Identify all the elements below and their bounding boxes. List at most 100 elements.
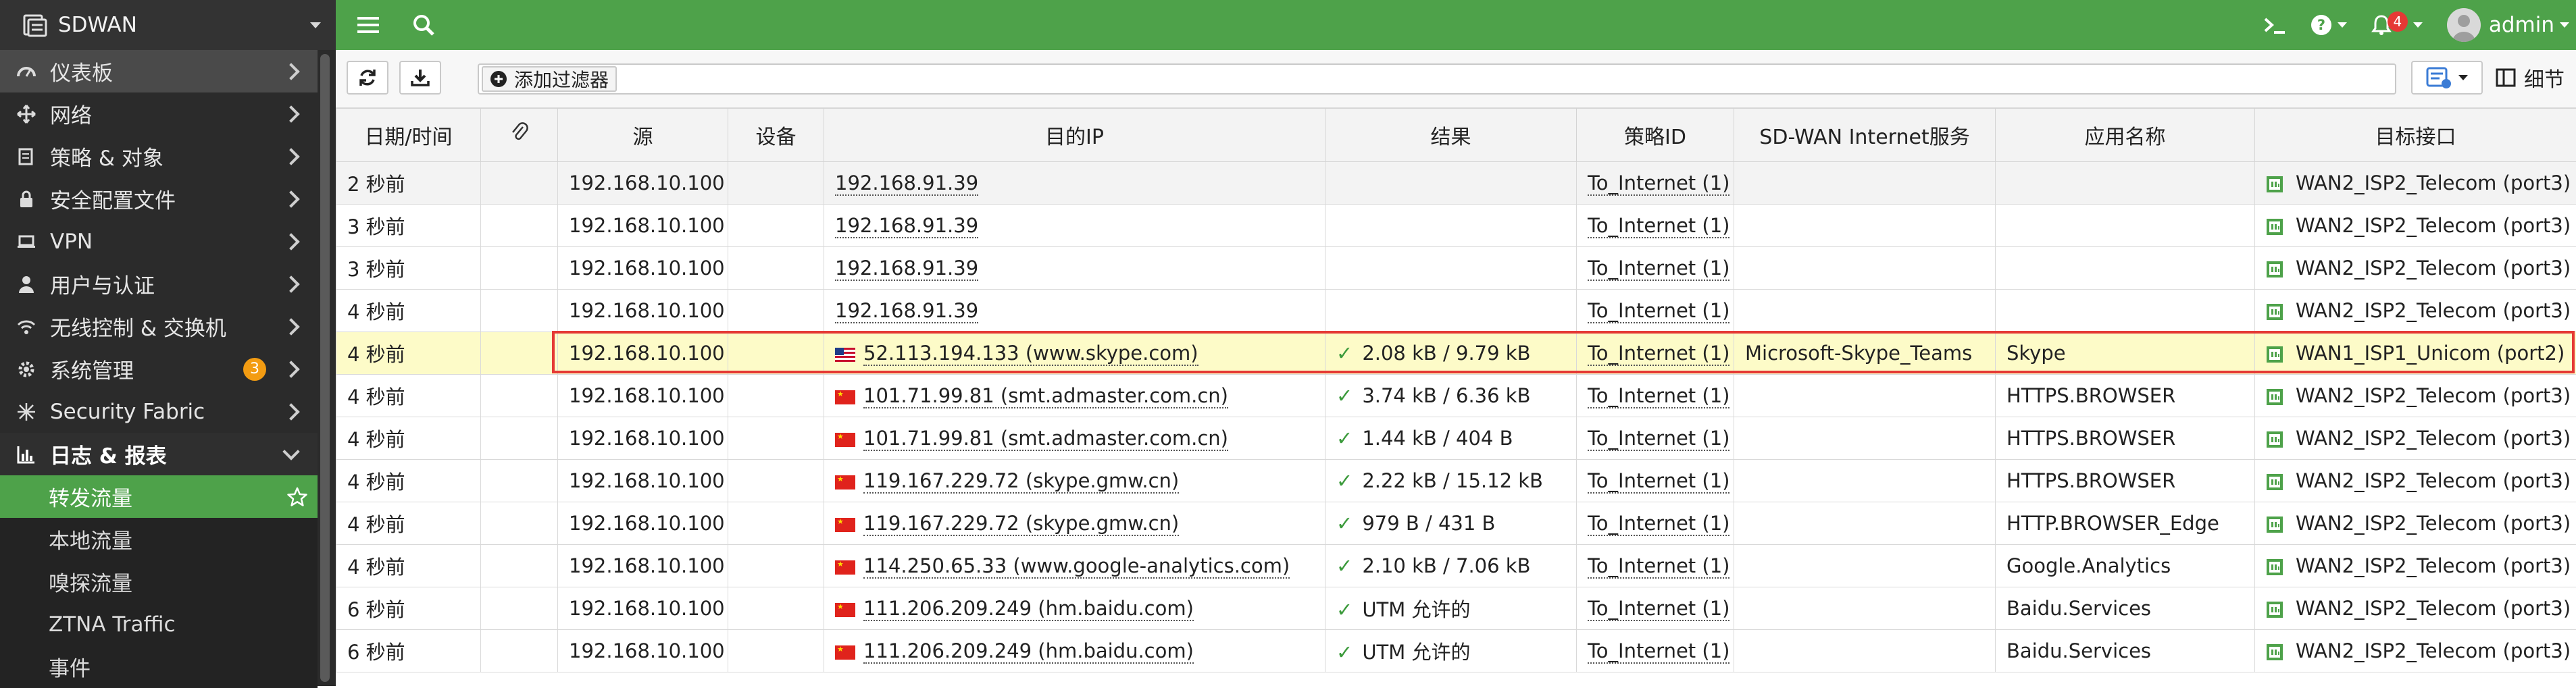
column-header-device[interactable]: 设备 — [728, 109, 824, 162]
destination-ip-link[interactable]: 119.167.229.72 (skype.gmw.cn) — [863, 469, 1179, 494]
cell-destination-interface: WAN2_ISP2_Telecom (port3) — [2255, 545, 2576, 587]
table-row[interactable]: 4 秒前192.168.10.100101.71.99.81 (smt.adma… — [336, 417, 2576, 460]
destination-ip-link[interactable]: 192.168.91.39 — [835, 214, 978, 238]
table-row[interactable]: 4 秒前192.168.10.100192.168.91.39To_Intern… — [336, 290, 2576, 332]
destination-ip-link[interactable]: 114.250.65.33 (www.google-analytics.com) — [863, 554, 1290, 579]
cell-source: 192.168.10.100 — [558, 630, 728, 672]
table-row[interactable]: 6 秒前192.168.10.100111.206.209.249 (hm.ba… — [336, 587, 2576, 630]
sidebar-item-wifi-switch[interactable]: 无线控制 & 交换机 — [0, 305, 318, 348]
column-header-time[interactable]: 日期/时间 — [336, 109, 481, 162]
sidebar-item-security-fabric[interactable]: Security Fabric — [0, 390, 318, 433]
policy-link[interactable]: To_Internet (1) — [1588, 171, 1729, 196]
cell-device — [728, 290, 824, 332]
plus-circle-icon — [490, 70, 507, 88]
column-header-policy-id[interactable]: 策略ID — [1577, 109, 1734, 162]
destination-ip-link[interactable]: 101.71.99.81 (smt.admaster.com.cn) — [863, 384, 1228, 408]
favorite-star-icon[interactable] — [286, 486, 308, 508]
policy-link[interactable]: To_Internet (1) — [1588, 384, 1729, 408]
filter-bar[interactable]: 添加过滤器 — [478, 63, 2396, 95]
sidebar-item-system[interactable]: 系统管理 3 — [0, 348, 318, 390]
notifications-button[interactable]: 4 — [2371, 14, 2423, 36]
table-row[interactable]: 6 秒前192.168.10.100111.206.209.249 (hm.ba… — [336, 630, 2576, 672]
add-filter-button[interactable]: 添加过滤器 — [482, 66, 617, 92]
search-button[interactable] — [409, 10, 438, 40]
check-icon: ✓ — [1336, 427, 1353, 450]
sidebar-subitem-forward-traffic[interactable]: 转发流量 — [0, 475, 318, 518]
details-button[interactable]: 细节 — [2496, 61, 2565, 95]
table-row[interactable]: 4 秒前192.168.10.100101.71.99.81 (smt.adma… — [336, 375, 2576, 417]
log-source-dropdown[interactable] — [2411, 61, 2483, 95]
cell-time: 4 秒前 — [336, 375, 481, 417]
sidebar-subitem-ztna-traffic[interactable]: ZTNA Traffic — [0, 603, 318, 645]
sidebar-subitem-sniffer-traffic[interactable]: 嗅探流量 — [0, 560, 318, 603]
cell-device — [728, 587, 824, 630]
table-row[interactable]: 4 秒前192.168.10.100119.167.229.72 (skype.… — [336, 502, 2576, 545]
cell-time: 4 秒前 — [336, 545, 481, 587]
destination-ip-link[interactable]: 119.167.229.72 (skype.gmw.cn) — [863, 512, 1179, 536]
cell-destination-interface: WAN2_ISP2_Telecom (port3) — [2255, 290, 2576, 332]
user-icon — [16, 274, 36, 294]
chevron-down-icon — [310, 22, 321, 28]
destination-ip-link[interactable]: 192.168.91.39 — [835, 171, 978, 196]
column-header-attachment[interactable] — [481, 109, 558, 162]
column-header-application[interactable]: 应用名称 — [1996, 109, 2255, 162]
sidebar-item-network[interactable]: 网络 — [0, 92, 318, 135]
policy-link[interactable]: To_Internet (1) — [1588, 214, 1729, 238]
menu-toggle-button[interactable] — [353, 10, 383, 40]
column-header-destination-interface[interactable]: 目标接口 — [2255, 109, 2576, 162]
cell-application: Skype — [1996, 332, 2255, 375]
sidebar-subitem-label: 本地流量 — [49, 524, 318, 554]
cn-flag-icon — [835, 603, 855, 617]
column-header-destination-ip[interactable]: 目的IP — [824, 109, 1325, 162]
destination-ip-link[interactable]: 111.206.209.249 (hm.baidu.com) — [863, 639, 1194, 664]
chevron-down-icon — [2338, 22, 2347, 28]
help-button[interactable]: ? — [2310, 14, 2347, 36]
destination-ip-link[interactable]: 192.168.91.39 — [835, 299, 978, 323]
cell-time: 4 秒前 — [336, 332, 481, 375]
cli-console-button[interactable] — [2263, 15, 2286, 35]
interface-name: WAN2_ISP2_Telecom (port3) — [2296, 639, 2571, 662]
policy-link[interactable]: To_Internet (1) — [1588, 597, 1729, 621]
table-row[interactable]: 2 秒前192.168.10.100192.168.91.39To_Intern… — [336, 162, 2576, 205]
cell-sdwan-isdb — [1734, 545, 1996, 587]
policy-link[interactable]: To_Internet (1) — [1588, 342, 1729, 366]
column-header-source[interactable]: 源 — [558, 109, 728, 162]
download-button[interactable] — [399, 61, 441, 95]
sidebar-item-policy-objects[interactable]: 策略 & 对象 — [0, 135, 318, 178]
destination-ip-link[interactable]: 52.113.194.133 (www.skype.com) — [863, 342, 1198, 366]
table-row[interactable]: 3 秒前192.168.10.100192.168.91.39To_Intern… — [336, 205, 2576, 247]
policy-link[interactable]: To_Internet (1) — [1588, 299, 1729, 323]
column-header-sdwan-isdb[interactable]: SD-WAN Internet服务 — [1734, 109, 1996, 162]
cell-sdwan-isdb — [1734, 375, 1996, 417]
policy-link[interactable]: To_Internet (1) — [1588, 639, 1729, 664]
sidebar-item-log-report[interactable]: 日志 & 报表 — [0, 433, 318, 475]
sidebar-item-vpn[interactable]: VPN — [0, 220, 318, 263]
device-selector[interactable]: SDWAN — [0, 0, 336, 50]
table-row[interactable]: 3 秒前192.168.10.100192.168.91.39To_Intern… — [336, 247, 2576, 290]
chevron-right-icon — [282, 233, 299, 250]
sidebar-item-user-auth[interactable]: 用户与认证 — [0, 263, 318, 305]
destination-ip-link[interactable]: 111.206.209.249 (hm.baidu.com) — [863, 597, 1194, 621]
policy-link[interactable]: To_Internet (1) — [1588, 469, 1729, 494]
user-menu-button[interactable]: admin — [2447, 8, 2569, 42]
sidebar-item-security-profiles[interactable]: 安全配置文件 — [0, 178, 318, 220]
refresh-button[interactable] — [347, 61, 388, 95]
sidebar-item-dashboard[interactable]: 仪表板 — [0, 50, 318, 92]
sidebar-scrollbar[interactable] — [320, 54, 330, 682]
table-row[interactable]: 4 秒前192.168.10.100114.250.65.33 (www.goo… — [336, 545, 2576, 587]
policy-link[interactable]: To_Internet (1) — [1588, 257, 1729, 281]
destination-ip-link[interactable]: 101.71.99.81 (smt.admaster.com.cn) — [863, 427, 1228, 451]
table-row[interactable]: 4 秒前192.168.10.100119.167.229.72 (skype.… — [336, 460, 2576, 502]
destination-ip-link[interactable]: 192.168.91.39 — [835, 257, 978, 281]
cell-device — [728, 460, 824, 502]
policy-link[interactable]: To_Internet (1) — [1588, 427, 1729, 451]
interface-name: WAN2_ISP2_Telecom (port3) — [2296, 214, 2571, 237]
policy-link[interactable]: To_Internet (1) — [1588, 512, 1729, 536]
sidebar-subitem-local-traffic[interactable]: 本地流量 — [0, 518, 318, 560]
chevron-right-icon — [282, 148, 299, 165]
policy-link[interactable]: To_Internet (1) — [1588, 554, 1729, 579]
sidebar-subitem-events[interactable]: 事件 — [0, 645, 318, 688]
cell-attachment — [481, 205, 558, 247]
table-row[interactable]: 4 秒前192.168.10.10052.113.194.133 (www.sk… — [336, 332, 2576, 375]
column-header-result[interactable]: 结果 — [1325, 109, 1577, 162]
